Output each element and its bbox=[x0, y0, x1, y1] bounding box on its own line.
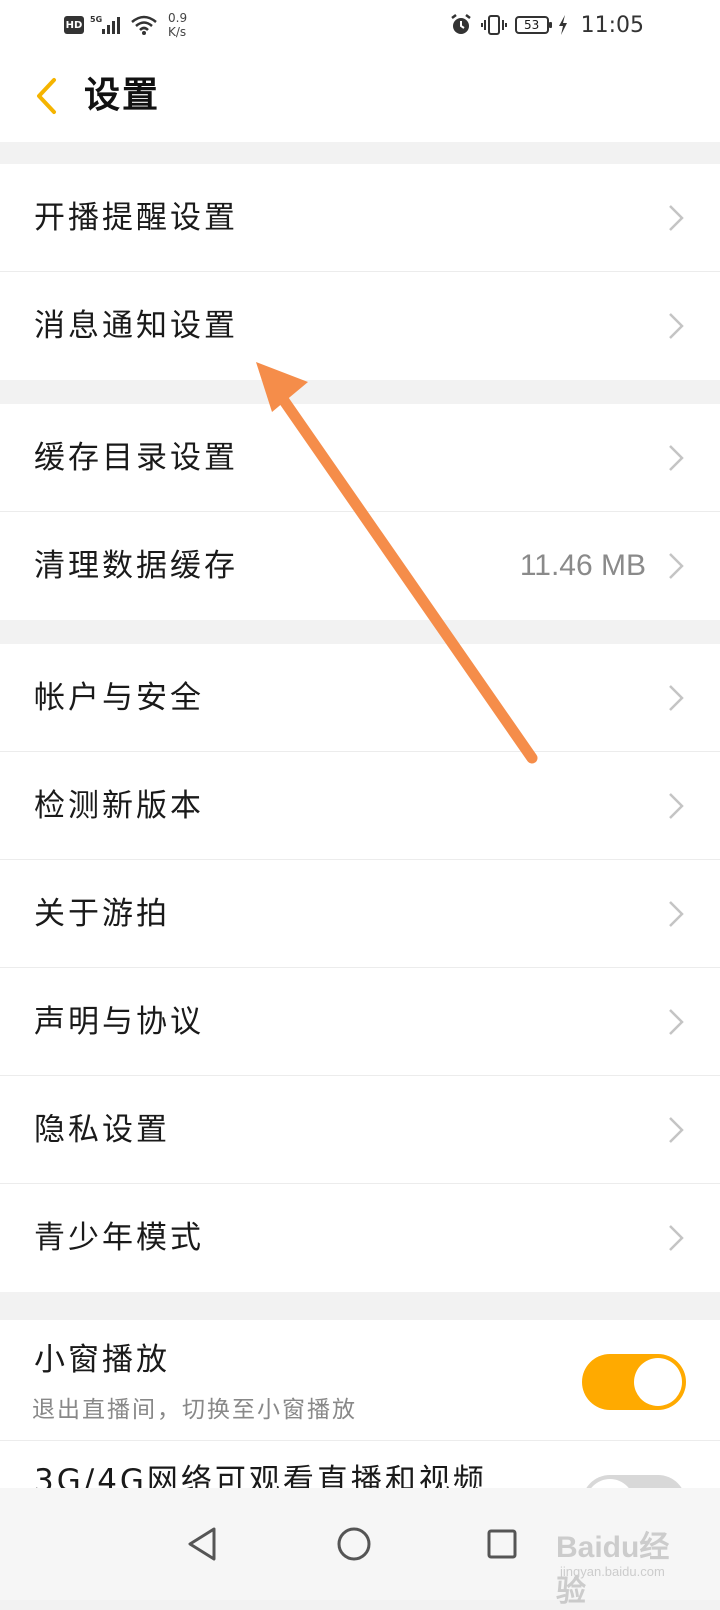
row-clear-data-cache[interactable]: 清理数据缓存 11.46 MB bbox=[0, 512, 720, 620]
speed-unit: K/s bbox=[168, 25, 187, 39]
back-button[interactable] bbox=[26, 74, 66, 118]
row-about[interactable]: 关于游拍 bbox=[0, 860, 720, 968]
chevron-right-icon bbox=[669, 685, 684, 711]
row-subtitle: 退出直播间，切换至小窗播放 bbox=[32, 1397, 357, 1423]
row-cache-directory-settings[interactable]: 缓存目录设置 bbox=[0, 404, 720, 512]
speed-value: 0.9 bbox=[168, 11, 188, 25]
row-check-new-version[interactable]: 检测新版本 bbox=[0, 752, 720, 860]
row-label: 开播提醒设置 bbox=[34, 200, 238, 236]
chevron-right-icon bbox=[669, 313, 684, 339]
status-left: HD 5G 0.9 K/s bbox=[64, 10, 187, 40]
chevron-right-icon bbox=[669, 793, 684, 819]
chevron-right-icon bbox=[669, 1225, 684, 1251]
row-label: 清理数据缓存 bbox=[34, 548, 238, 584]
toggle-knob bbox=[634, 1358, 682, 1406]
vibrate-icon bbox=[480, 15, 507, 35]
triangle-back-icon bbox=[188, 1527, 216, 1561]
mini-window-toggle[interactable] bbox=[582, 1354, 686, 1410]
row-privacy-settings[interactable]: 隐私设置 bbox=[0, 1076, 720, 1184]
chevron-right-icon bbox=[669, 445, 684, 471]
battery-level: 53 bbox=[523, 18, 540, 32]
row-label: 关于游拍 bbox=[34, 896, 170, 932]
chevron-right-icon bbox=[669, 553, 684, 579]
row-mini-window-playback: 小窗播放 退出直播间，切换至小窗播放 bbox=[0, 1320, 720, 1441]
baidu-watermark: Baidu经验 jingyan.baidu.com bbox=[556, 1514, 696, 1608]
watermark-sub: jingyan.baidu.com bbox=[560, 1564, 665, 1579]
settings-group-cache: 缓存目录设置 清理数据缓存 11.46 MB bbox=[0, 404, 720, 620]
status-time: 11:05 bbox=[580, 12, 644, 38]
row-label: 青少年模式 bbox=[34, 1220, 204, 1256]
row-label: 缓存目录设置 bbox=[34, 440, 238, 476]
row-label: 帐户与安全 bbox=[34, 680, 204, 716]
status-right: 53 11:05 bbox=[449, 10, 644, 40]
row-label: 隐私设置 bbox=[34, 1112, 170, 1148]
app-header: 设置 bbox=[0, 50, 720, 142]
chevron-left-icon bbox=[37, 78, 56, 114]
hd-badge: HD bbox=[64, 16, 84, 34]
battery-indicator: 53 bbox=[514, 16, 552, 34]
row-live-reminder-settings[interactable]: 开播提醒设置 bbox=[0, 164, 720, 272]
nav-home-button[interactable] bbox=[332, 1522, 376, 1566]
square-recents-icon bbox=[487, 1529, 517, 1559]
chevron-right-icon bbox=[669, 1117, 684, 1143]
chevron-right-icon bbox=[669, 1009, 684, 1035]
wifi-icon bbox=[131, 15, 157, 35]
row-account-security[interactable]: 帐户与安全 bbox=[0, 644, 720, 752]
nav-recents-button[interactable] bbox=[480, 1522, 524, 1566]
network-speed: 0.9 K/s bbox=[168, 11, 187, 39]
cache-size-value: 11.46 MB bbox=[519, 549, 646, 582]
chevron-right-icon bbox=[669, 901, 684, 927]
row-teen-mode[interactable]: 青少年模式 bbox=[0, 1184, 720, 1292]
row-message-notification-settings[interactable]: 消息通知设置 bbox=[0, 272, 720, 380]
row-label: 小窗播放 bbox=[34, 1342, 170, 1378]
chevron-right-icon bbox=[669, 205, 684, 231]
alarm-icon bbox=[450, 14, 471, 34]
settings-group-general: 帐户与安全 检测新版本 关于游拍 声明与协议 隐私设置 青少年模式 bbox=[0, 644, 720, 1292]
row-label: 消息通知设置 bbox=[34, 308, 238, 344]
charging-icon bbox=[558, 15, 567, 35]
status-bar: HD 5G 0.9 K/s 53 11:05 bbox=[0, 0, 720, 50]
nav-back-button[interactable] bbox=[180, 1522, 224, 1566]
circle-home-icon bbox=[337, 1527, 371, 1561]
row-label: 检测新版本 bbox=[34, 788, 204, 824]
row-label: 声明与协议 bbox=[34, 1004, 204, 1040]
settings-group-notifications: 开播提醒设置 消息通知设置 bbox=[0, 164, 720, 380]
network-type: 5G bbox=[90, 15, 102, 24]
row-statement-agreement[interactable]: 声明与协议 bbox=[0, 968, 720, 1076]
signal-icon: 5G bbox=[90, 15, 120, 34]
page-title: 设置 bbox=[84, 75, 161, 116]
